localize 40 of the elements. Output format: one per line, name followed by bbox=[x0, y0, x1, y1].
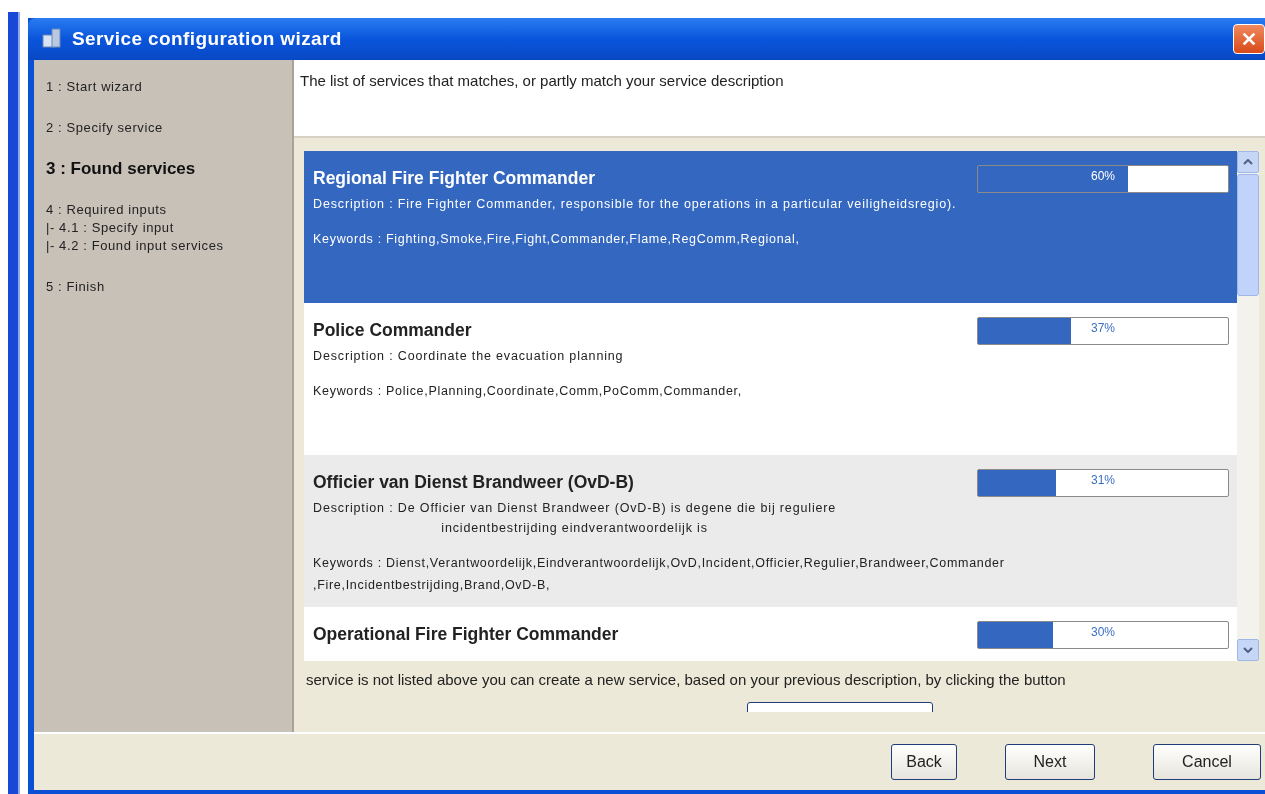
close-button[interactable] bbox=[1233, 24, 1265, 54]
description-text: Description : Coordinate the evacuation planning bbox=[313, 348, 624, 365]
match-percent: 60% bbox=[1090, 169, 1116, 183]
service-name: Regional Fire Fighter Commander bbox=[313, 168, 595, 189]
keywords-text: Keywords : Police,Planning,Coordinate,Comm,PoComm,Commander, bbox=[313, 383, 743, 400]
scroll-up-button[interactable] bbox=[1237, 151, 1259, 173]
keywords-text: ,Fire,Incidentbestrijding,Brand,OvD-B, bbox=[313, 577, 552, 594]
step-label: |- 4.1 : Specify input bbox=[46, 219, 175, 237]
service-item[interactable] bbox=[304, 151, 1237, 303]
wizard-button[interactable]: Back bbox=[891, 744, 957, 780]
description-text: Description : De Officier van Dienst Brandweer (OvD-B) is degene die bij reguliere bbox=[313, 500, 837, 517]
description-text: incidentbestrijding eindverantwoordelijk is bbox=[441, 520, 708, 537]
keywords-text: Keywords : Fighting,Smoke,Fire,Fight,Commander,Flame,RegComm,Regional, bbox=[313, 231, 801, 248]
step-label: 2 : Specify service bbox=[46, 119, 164, 137]
step-label: |- 4.2 : Found input services bbox=[46, 237, 225, 255]
intro-text: The list of services that matches, or partly match your service description bbox=[300, 72, 784, 89]
step-label: 3 : Found services bbox=[46, 158, 197, 180]
match-percent: 31% bbox=[1090, 473, 1116, 487]
scroll-down-button[interactable] bbox=[1237, 639, 1259, 661]
chevron-up-icon bbox=[1243, 159, 1253, 165]
note-text: service is not listed above you can create a new service, based on your previous description, by clicking the button bbox=[306, 671, 1067, 688]
app-icon bbox=[40, 27, 64, 51]
chevron-down-icon bbox=[1243, 647, 1253, 653]
service-name: Police Commander bbox=[313, 320, 472, 341]
match-percent: 37% bbox=[1090, 321, 1116, 335]
step-label: 5 : Finish bbox=[46, 278, 106, 296]
service-name: Operational Fire Fighter Commander bbox=[313, 624, 619, 645]
scroll-thumb[interactable] bbox=[1237, 174, 1259, 296]
step-label: 1 : Start wizard bbox=[46, 78, 144, 96]
match-percent: 30% bbox=[1090, 625, 1116, 639]
window-title: Service configuration wizard bbox=[72, 28, 342, 50]
service-item[interactable] bbox=[304, 455, 1237, 607]
service-name: Officier van Dienst Brandweer (OvD-B) bbox=[313, 472, 634, 493]
wizard-button[interactable]: Cancel bbox=[1153, 744, 1261, 780]
step-label: 4 : Required inputs bbox=[46, 201, 168, 219]
keywords-text: Keywords : Dienst,Verantwoordelijk,Eindverantwoordelijk,OvD,Incident,Officier,Regulier,Brandweer,Commander bbox=[313, 555, 1006, 572]
close-icon bbox=[1240, 30, 1258, 48]
scrollbar[interactable] bbox=[1237, 151, 1259, 661]
wizard-button[interactable]: Next bbox=[1005, 744, 1095, 780]
description-text: Description : Fire Fighter Commander, responsible for the operations in a particular veiligheidsregio). bbox=[313, 196, 957, 213]
